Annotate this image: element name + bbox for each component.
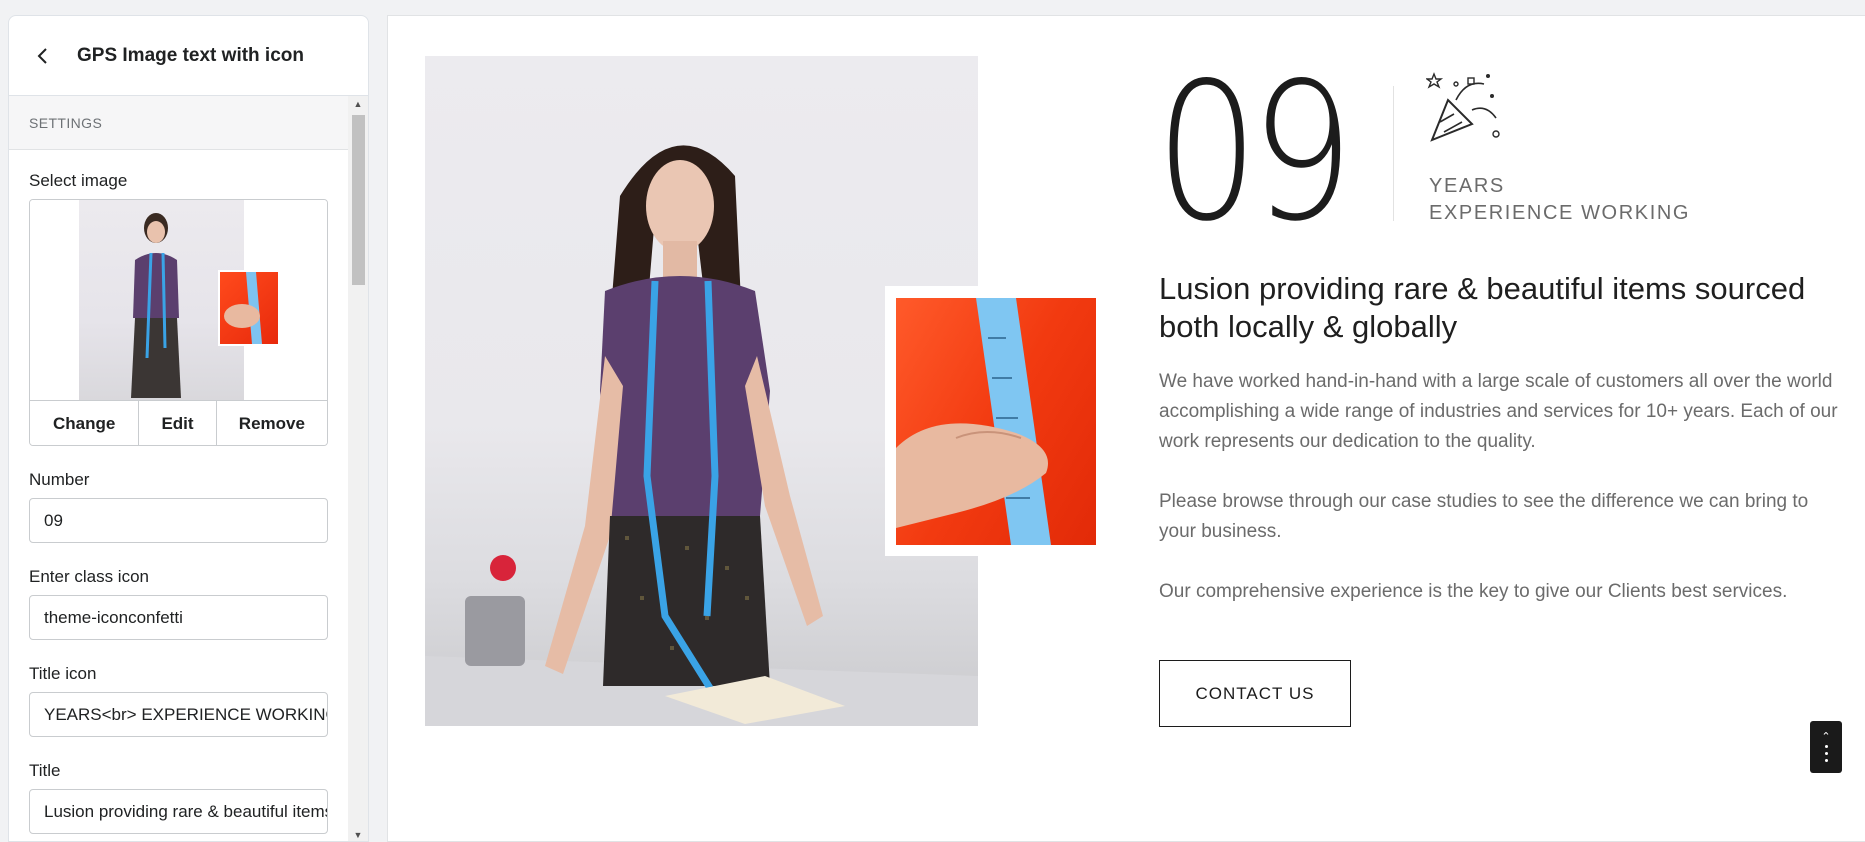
dot-icon: [1824, 751, 1828, 755]
panel-header: GPS Image text with icon: [9, 16, 368, 96]
scroll-down-arrow-icon[interactable]: ▼: [348, 827, 368, 841]
change-image-button[interactable]: Change: [30, 401, 140, 445]
class-icon-input[interactable]: theme-iconconfetti: [29, 595, 328, 640]
thumbnail-inset-photo: [218, 270, 280, 346]
panel-scrollbar[interactable]: ▲ ▼: [348, 96, 368, 841]
inset-image: [896, 298, 1096, 545]
title-input[interactable]: Lusion providing rare & beautiful items …: [29, 789, 328, 834]
settings-panel: GPS Image text with icon SETTINGS Select…: [8, 15, 369, 842]
class-icon-label: Enter class icon: [29, 567, 149, 586]
chevron-up-icon: ⌃: [1821, 730, 1831, 743]
icon-title-line1: YEARS: [1429, 175, 1505, 197]
number-input[interactable]: 09: [29, 498, 328, 543]
paragraph-3: Our comprehensive experience is the key …: [1159, 581, 1788, 602]
remove-image-button[interactable]: Remove: [216, 401, 327, 445]
settings-section-header: SETTINGS: [9, 96, 368, 150]
dot-icon: [1824, 744, 1828, 748]
settings-form: Select image Change Edit Remove Number 0…: [9, 151, 347, 834]
vertical-divider: [1393, 86, 1394, 221]
years-number: 09: [1155, 42, 1354, 263]
title-icon-label: Title icon: [29, 664, 97, 683]
icon-title: YEARS EXPERIENCE WORKING: [1429, 173, 1690, 227]
section-title: Lusion providing rare & beautiful items …: [1159, 271, 1806, 344]
paragraph-2: Please browse through our case studies t…: [1159, 491, 1809, 542]
select-image-label: Select image: [29, 171, 128, 190]
back-button[interactable]: [29, 42, 57, 70]
scroll-up-arrow-icon[interactable]: ▲: [348, 96, 368, 112]
dot-icon: [1824, 758, 1828, 762]
tape-hand-illustration: [896, 298, 1051, 545]
image-thumbnail[interactable]: [30, 200, 327, 401]
contact-us-button[interactable]: CONTACT US: [1159, 660, 1351, 727]
chevron-left-icon: [37, 47, 47, 64]
thumbnail-tape-hand: [224, 272, 262, 344]
icon-title-line2: EXPERIENCE WORKING: [1429, 202, 1691, 224]
image-picker: Change Edit Remove: [29, 199, 328, 446]
title-label: Title: [29, 761, 61, 780]
thumbnail-model-figure: [131, 213, 181, 398]
title-icon-input[interactable]: YEARS<br> EXPERIENCE WORKING: [29, 692, 328, 737]
image-actions: Change Edit Remove: [30, 401, 327, 445]
panel-title: GPS Image text with icon: [77, 44, 304, 66]
confetti-icon: [1426, 72, 1500, 142]
floating-menu-button[interactable]: ⌃: [1810, 721, 1842, 773]
paragraph-1: We have worked hand-in-hand with a large…: [1159, 371, 1838, 452]
number-label: Number: [29, 470, 90, 489]
scroll-thumb[interactable]: [352, 115, 365, 285]
edit-image-button[interactable]: Edit: [139, 401, 217, 445]
